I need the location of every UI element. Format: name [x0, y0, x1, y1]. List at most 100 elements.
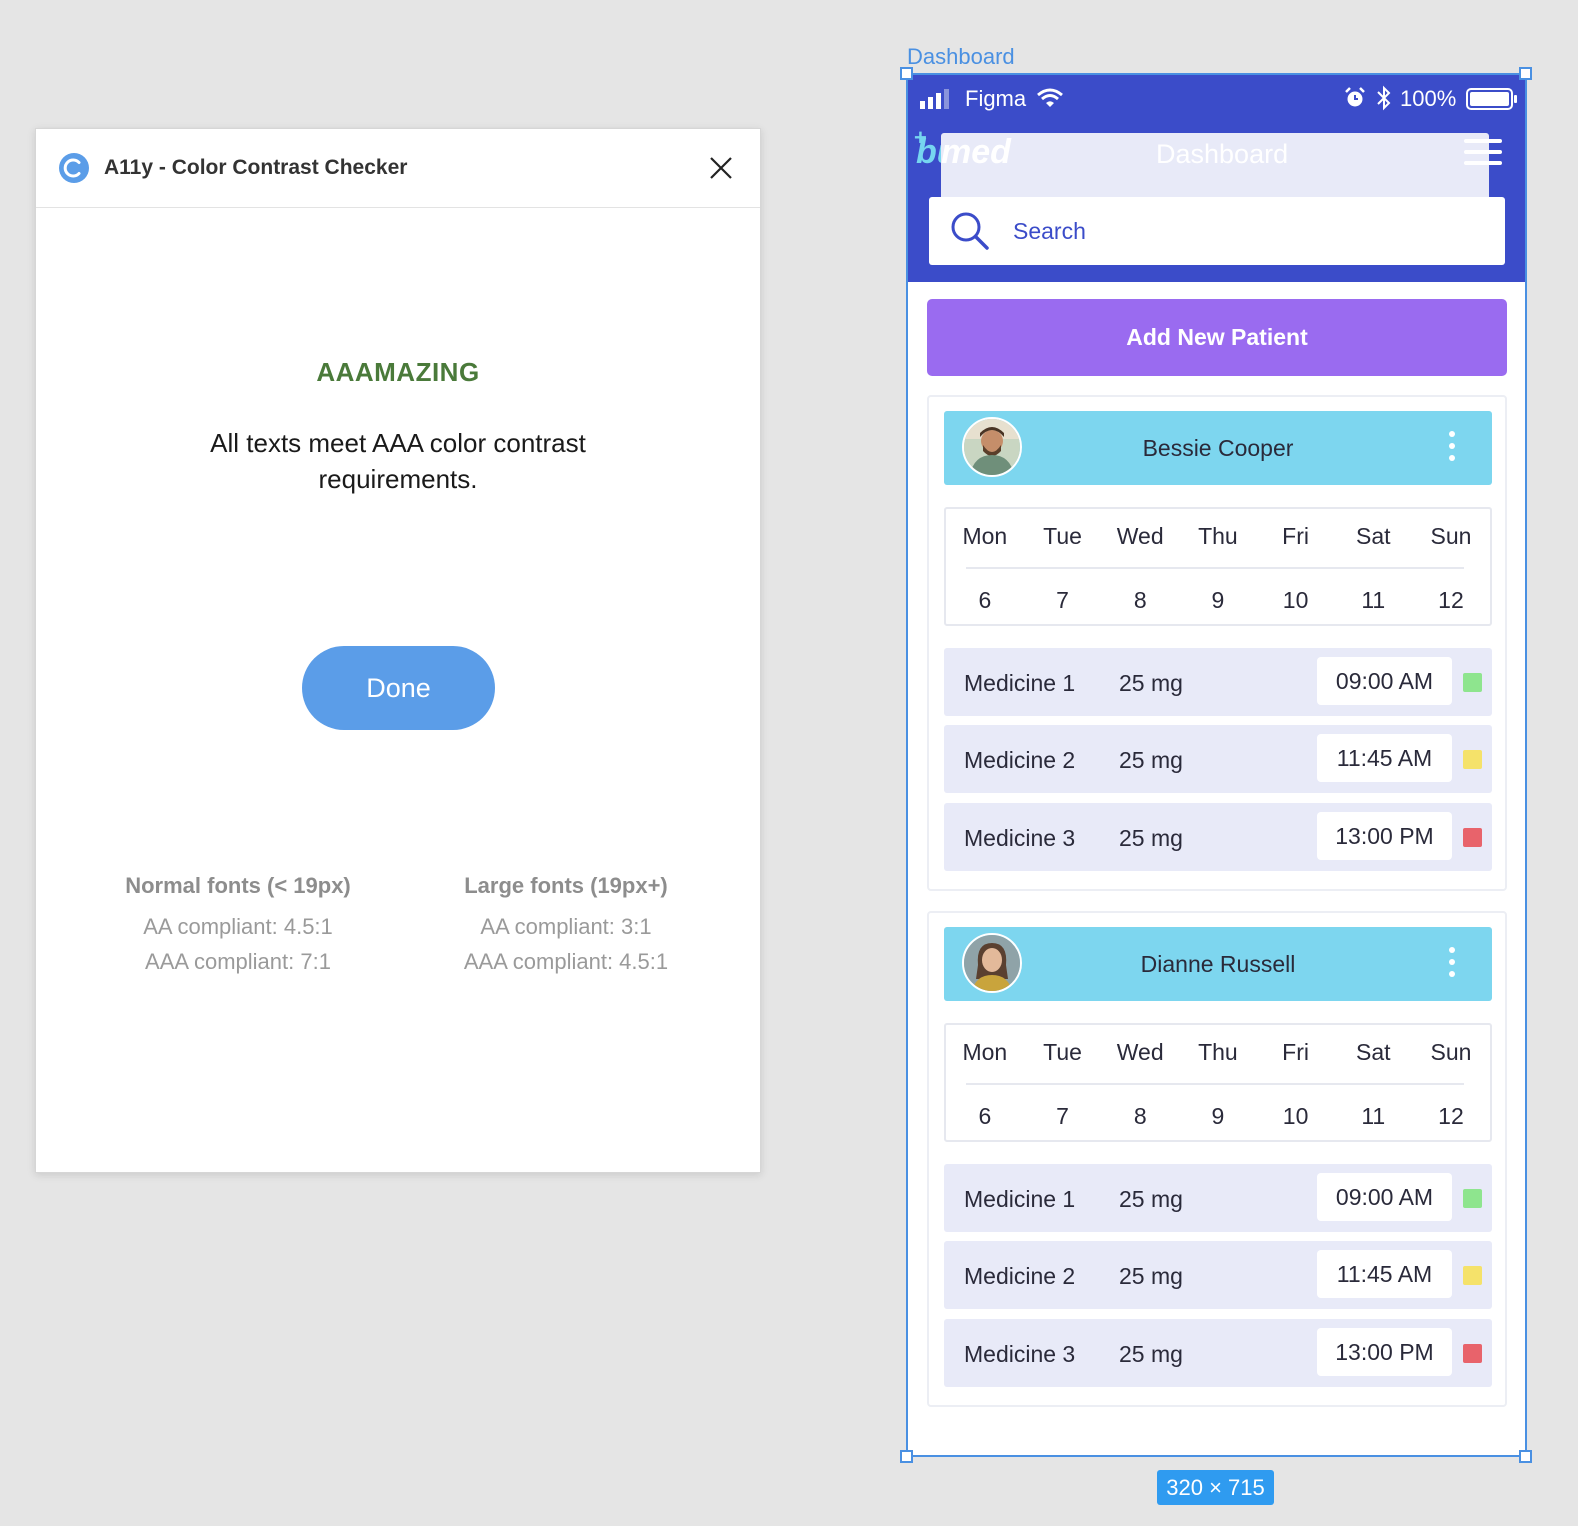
medicine-name: Medicine 2 — [964, 1263, 1076, 1289]
resize-handle[interactable] — [1519, 67, 1532, 80]
status-indicator — [1463, 1344, 1482, 1363]
medicine-name: Medicine 1 — [964, 670, 1076, 696]
medicine-name: Medicine 1 — [964, 1186, 1076, 1212]
date-cell[interactable]: 12 — [1412, 587, 1490, 614]
day-label: Tue — [1043, 1039, 1082, 1065]
patient-header[interactable]: Bessie Cooper — [944, 411, 1492, 485]
day-label: Thu — [1198, 1039, 1238, 1065]
app-bar: Figma 100% +medbuddy D — [908, 75, 1526, 282]
day-label: Thu — [1198, 523, 1238, 549]
medicine-dose: 25 mg — [1119, 670, 1183, 696]
status-indicator — [1463, 1189, 1482, 1208]
date-cell[interactable]: 9 — [1179, 587, 1257, 614]
medicine-time[interactable]: 11:45 AM — [1317, 734, 1452, 782]
patient-name: Bessie Cooper — [1142, 435, 1294, 461]
large-fonts-rules: Large fonts (19px+) AA compliant: 3:1 AA… — [426, 873, 706, 979]
plugin-title: A11y - Color Contrast Checker — [104, 156, 408, 179]
result-title: AAAMAZING — [316, 357, 480, 387]
day-label: Sun — [1430, 523, 1472, 549]
resize-handle[interactable] — [900, 1450, 913, 1463]
normal-fonts-rules: Normal fonts (< 19px) AA compliant: 4.5:… — [98, 873, 378, 979]
date-cell[interactable]: 11 — [1334, 587, 1412, 614]
hamburger-menu-icon[interactable] — [1464, 139, 1502, 173]
day-label: Wed — [1116, 1039, 1164, 1065]
date-cell[interactable]: 8 — [1101, 1103, 1179, 1130]
date-cell[interactable]: 10 — [1257, 587, 1335, 614]
medicine-time[interactable]: 11:45 AM — [1317, 1250, 1452, 1298]
medicine-dose: 25 mg — [1119, 1263, 1183, 1289]
medicine-time[interactable]: 13:00 PM — [1317, 812, 1452, 860]
wifi-icon — [1037, 88, 1063, 107]
more-options-icon[interactable] — [1444, 431, 1460, 465]
resize-handle[interactable] — [1519, 1450, 1532, 1463]
large-aa-rule: AA compliant: 3:1 — [480, 914, 652, 939]
date-cell[interactable]: 7 — [1024, 587, 1102, 614]
week-calendar: Mon Tue Wed Thu Fri Sat Sun 6 7 8 9 10 1… — [944, 507, 1492, 626]
normal-fonts-heading: Normal fonts (< 19px) — [125, 873, 351, 898]
medicine-row[interactable]: Medicine 2 25 mg 11:45 AM — [944, 725, 1492, 793]
patient-header[interactable]: Dianne Russell — [944, 927, 1492, 1001]
date-cell[interactable]: 6 — [946, 1103, 1024, 1130]
patient-card: Bessie Cooper Mon Tue Wed Thu Fri Sat Su… — [927, 395, 1507, 891]
done-button[interactable]: Done — [302, 646, 495, 730]
large-aaa-rule: AAA compliant: 4.5:1 — [463, 949, 669, 974]
date-cell[interactable]: 11 — [1334, 1103, 1412, 1130]
battery-icon — [1466, 88, 1517, 110]
day-label: Sun — [1430, 1039, 1472, 1065]
medicine-dose: 25 mg — [1119, 825, 1183, 851]
week-calendar: Mon Tue Wed Thu Fri Sat Sun 6 7 8 9 10 1… — [944, 1023, 1492, 1142]
date-cell[interactable]: 7 — [1024, 1103, 1102, 1130]
plugin-header: A11y - Color Contrast Checker — [36, 129, 760, 208]
plugin-logo-icon — [59, 153, 89, 183]
more-options-icon[interactable] — [1444, 947, 1460, 981]
medicine-name: Medicine 3 — [964, 825, 1076, 851]
day-label: Sat — [1356, 523, 1391, 549]
medicine-dose: 25 mg — [1119, 1186, 1183, 1212]
day-label: Sat — [1356, 1039, 1391, 1065]
medicine-time[interactable]: 09:00 AM — [1317, 657, 1452, 705]
medicine-row[interactable]: Medicine 3 25 mg 13:00 PM — [944, 1319, 1492, 1387]
day-label: Mon — [962, 523, 1008, 549]
large-fonts-heading: Large fonts (19px+) — [464, 873, 668, 898]
signal-icon — [920, 89, 949, 109]
calendar-divider — [966, 1083, 1464, 1085]
medicine-row[interactable]: Medicine 1 25 mg 09:00 AM — [944, 648, 1492, 716]
resize-handle[interactable] — [900, 67, 913, 80]
search-input[interactable] — [1013, 217, 1473, 245]
day-label: Wed — [1116, 523, 1164, 549]
battery-percentage: 100% — [1400, 86, 1457, 111]
day-label: Tue — [1043, 523, 1082, 549]
search-icon — [951, 212, 989, 250]
date-cell[interactable]: 6 — [946, 587, 1024, 614]
medicine-row[interactable]: Medicine 2 25 mg 11:45 AM — [944, 1241, 1492, 1309]
close-icon[interactable] — [708, 155, 734, 181]
patient-name: Dianne Russell — [1140, 951, 1296, 977]
medicine-name: Medicine 2 — [964, 747, 1076, 773]
frame-size-badge: 320 × 715 — [1157, 1470, 1274, 1505]
day-label: Fri — [1282, 523, 1309, 549]
carrier-name: Figma — [965, 86, 1027, 111]
date-cell[interactable]: 10 — [1257, 1103, 1335, 1130]
date-cell[interactable]: 9 — [1179, 1103, 1257, 1130]
medicine-dose: 25 mg — [1119, 1341, 1183, 1367]
alarm-icon — [1345, 87, 1365, 107]
medicine-row[interactable]: Medicine 1 25 mg 09:00 AM — [944, 1164, 1492, 1232]
date-cell[interactable]: 8 — [1101, 587, 1179, 614]
day-label: Fri — [1282, 1039, 1309, 1065]
status-indicator — [1463, 828, 1482, 847]
plus-icon: + — [914, 125, 927, 150]
frame-label[interactable]: Dashboard — [907, 44, 1015, 70]
calendar-divider — [966, 567, 1464, 569]
patient-card: Dianne Russell Mon Tue Wed Thu Fri Sat S… — [927, 911, 1507, 1407]
dashboard-frame[interactable]: Figma 100% +medbuddy D — [908, 75, 1526, 1455]
medicine-row[interactable]: Medicine 3 25 mg 13:00 PM — [944, 803, 1492, 871]
date-cell[interactable]: 12 — [1412, 1103, 1490, 1130]
status-indicator — [1463, 750, 1482, 769]
day-label: Mon — [962, 1039, 1008, 1065]
medicine-time[interactable]: 09:00 AM — [1317, 1173, 1452, 1221]
medicine-time[interactable]: 13:00 PM — [1317, 1328, 1452, 1376]
search-bar[interactable] — [929, 197, 1505, 265]
medbuddy-logo[interactable]: +medbuddy — [914, 125, 1489, 201]
add-new-patient-button[interactable]: Add New Patient — [927, 299, 1507, 376]
normal-aaa-rule: AAA compliant: 7:1 — [145, 949, 331, 974]
